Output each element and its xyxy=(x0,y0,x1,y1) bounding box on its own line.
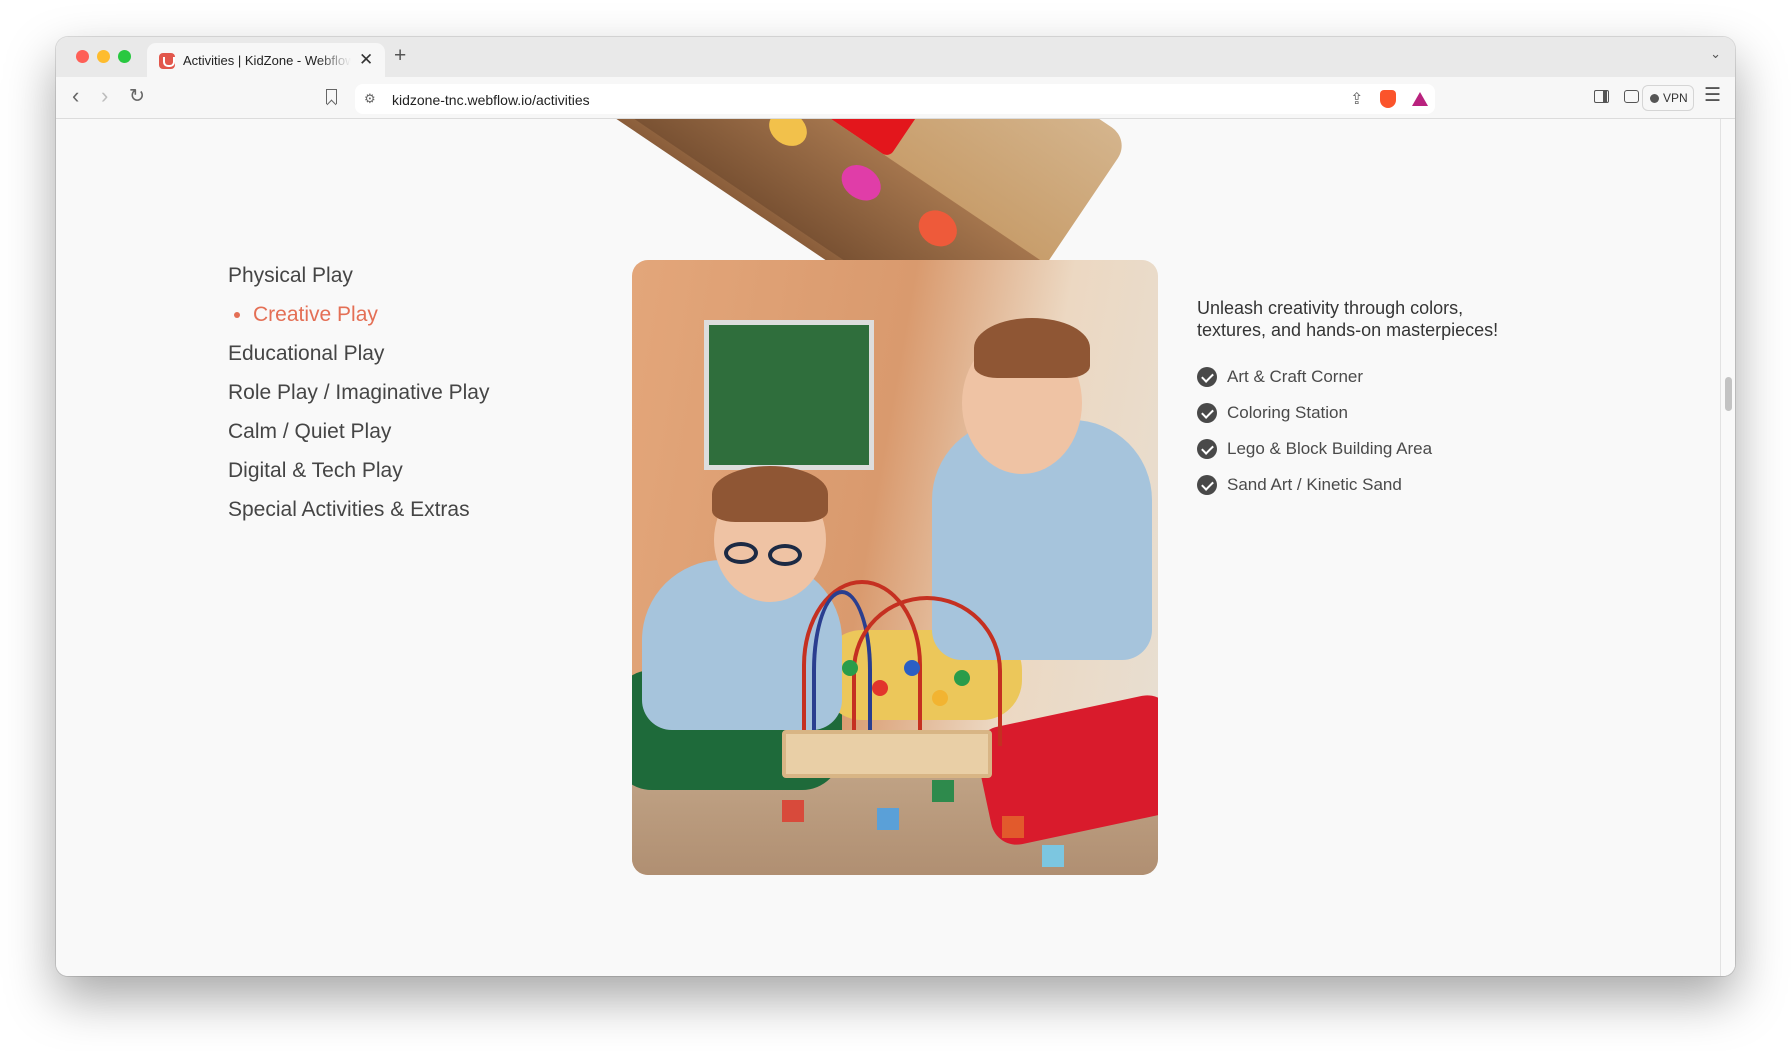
wallet-icon[interactable] xyxy=(1624,90,1639,103)
photo-block xyxy=(1002,816,1024,838)
vpn-label: VPN xyxy=(1663,91,1688,105)
kidzone-favicon-icon xyxy=(159,53,175,69)
check-circle-icon xyxy=(1197,367,1217,387)
feature-item: Coloring Station xyxy=(1197,395,1432,431)
address-bar[interactable]: ⚙ kidzone-tnc.webflow.io/activities ⇪ xyxy=(355,84,1435,114)
category-special-activities[interactable]: Special Activities & Extras xyxy=(228,490,489,529)
chevron-right-icon[interactable]: › xyxy=(101,85,108,107)
photo-block xyxy=(1042,845,1064,867)
photo-block xyxy=(782,800,804,822)
photo-bead xyxy=(932,690,948,706)
check-circle-icon xyxy=(1197,403,1217,423)
photo-wire-red xyxy=(852,596,1002,746)
share-icon[interactable]: ⇪ xyxy=(1350,89,1363,109)
photo-child-left-hair xyxy=(712,466,828,522)
zoom-window-button[interactable] xyxy=(118,50,131,63)
feature-item: Lego & Block Building Area xyxy=(1197,431,1432,467)
tab-activities[interactable]: Activities | KidZone - Webflow ✕ xyxy=(147,43,385,77)
hamburger-menu-icon[interactable]: ☰ xyxy=(1704,85,1721,107)
feature-label: Lego & Block Building Area xyxy=(1227,439,1433,458)
feature-label: Art & Craft Corner xyxy=(1227,367,1364,386)
reload-icon[interactable]: ↻ xyxy=(129,86,145,108)
category-creative-play[interactable]: Creative Play xyxy=(228,295,489,334)
check-circle-icon xyxy=(1197,475,1217,495)
category-calm-quiet-play[interactable]: Calm / Quiet Play xyxy=(228,412,489,451)
bookmark-icon[interactable] xyxy=(326,89,337,104)
new-tab-button[interactable]: + xyxy=(394,44,406,68)
check-circle-icon xyxy=(1197,439,1217,459)
activity-category-list: Physical Play Creative Play Educational … xyxy=(228,256,489,529)
feature-label: Sand Art / Kinetic Sand xyxy=(1227,475,1402,494)
url-text[interactable]: kidzone-tnc.webflow.io/activities xyxy=(392,92,590,108)
category-educational-play[interactable]: Educational Play xyxy=(228,334,489,373)
photo-bead xyxy=(872,680,888,696)
chevron-left-icon[interactable]: ‹ xyxy=(72,85,79,107)
brave-rewards-icon[interactable] xyxy=(1412,92,1428,106)
feature-label: Coloring Station xyxy=(1227,403,1348,422)
tab-close-icon[interactable]: ✕ xyxy=(359,50,373,70)
category-digital-tech-play[interactable]: Digital & Tech Play xyxy=(228,451,489,490)
category-role-play[interactable]: Role Play / Imaginative Play xyxy=(228,373,489,412)
category-description: Unleash creativity through colors, textu… xyxy=(1197,298,1499,340)
close-window-button[interactable] xyxy=(76,50,89,63)
site-settings-icon[interactable]: ⚙ xyxy=(364,91,376,107)
photo-glasses xyxy=(768,544,802,566)
chevron-down-icon[interactable]: ⌄ xyxy=(1710,46,1721,62)
feature-list: Art & Craft Corner Coloring Station Lego… xyxy=(1197,359,1432,503)
scrollbar-thumb[interactable] xyxy=(1725,377,1732,411)
tab-strip: Activities | KidZone - Webflow ✕ + ⌄ xyxy=(56,37,1735,77)
photo-bead-maze-base xyxy=(782,730,992,778)
photo-child-right-hair xyxy=(974,318,1090,378)
feature-item: Art & Craft Corner xyxy=(1197,359,1432,395)
vpn-status-icon xyxy=(1650,94,1659,103)
photo-bead xyxy=(954,670,970,686)
vpn-button[interactable]: VPN xyxy=(1642,85,1694,111)
photo-bead xyxy=(904,660,920,676)
browser-toolbar: ‹ › ↻ ⚙ kidzone-tnc.webflow.io/activitie… xyxy=(56,77,1735,119)
page-scrollbar[interactable] xyxy=(1720,119,1735,976)
page-content: Physical Play Creative Play Educational … xyxy=(56,119,1735,976)
photo-block xyxy=(932,780,954,802)
photo-glasses xyxy=(724,542,758,564)
photo-chalkboard xyxy=(704,320,874,470)
tab-title: Activities | KidZone - Webflow xyxy=(183,53,351,68)
photo-block xyxy=(877,808,899,830)
minimize-window-button[interactable] xyxy=(97,50,110,63)
feature-item: Sand Art / Kinetic Sand xyxy=(1197,467,1432,503)
category-physical-play[interactable]: Physical Play xyxy=(228,256,489,295)
browser-window: Activities | KidZone - Webflow ✕ + ⌄ ‹ ›… xyxy=(56,37,1735,976)
kids-playing-photo xyxy=(632,260,1158,875)
sidebar-toggle-icon[interactable] xyxy=(1594,90,1609,103)
brave-shields-icon[interactable] xyxy=(1380,90,1396,108)
photo-bead xyxy=(842,660,858,676)
